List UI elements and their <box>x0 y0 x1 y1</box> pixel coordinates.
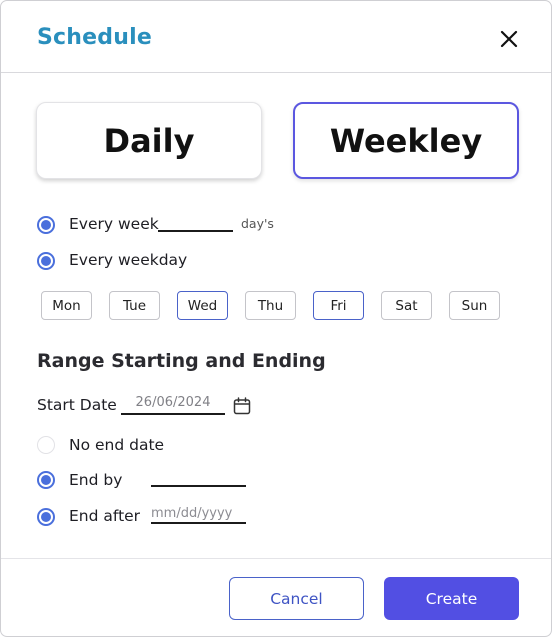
weekly-option[interactable]: Weekley <box>293 102 519 179</box>
schedule-dialog: Schedule Daily Weekley Every week day's … <box>0 0 552 637</box>
every-week-radio[interactable] <box>37 216 55 234</box>
day-fri-button[interactable]: Fri <box>313 291 364 320</box>
every-weekday-label: Every weekday <box>69 251 188 269</box>
range-section-title: Range Starting and Ending <box>37 350 326 372</box>
every-week-input[interactable] <box>158 212 233 232</box>
cancel-button[interactable]: Cancel <box>229 577 364 620</box>
dialog-header: Schedule <box>1 1 551 73</box>
end-after-label: End after <box>69 507 141 525</box>
day-sat-button[interactable]: Sat <box>381 291 432 320</box>
end-by-label: End by <box>69 471 123 489</box>
day-wed-button[interactable]: Wed <box>177 291 228 320</box>
no-end-date-radio[interactable] <box>37 436 55 454</box>
no-end-date-label: No end date <box>69 436 165 454</box>
end-by-input[interactable] <box>151 467 246 487</box>
day-tue-button[interactable]: Tue <box>109 291 160 320</box>
calendar-icon[interactable] <box>233 397 251 415</box>
dialog-title: Schedule <box>37 25 152 50</box>
day-sun-button[interactable]: Sun <box>449 291 500 320</box>
create-button[interactable]: Create <box>384 577 519 620</box>
day-thu-button[interactable]: Thu <box>245 291 296 320</box>
end-after-date-input[interactable] <box>151 504 246 524</box>
every-week-label: Every week <box>69 215 159 233</box>
end-by-radio[interactable] <box>37 471 55 489</box>
day-mon-button[interactable]: Mon <box>41 291 92 320</box>
weekday-selector: Mon Tue Wed Thu Fri Sat Sun <box>41 291 500 320</box>
every-weekday-radio[interactable] <box>37 252 55 270</box>
end-after-radio[interactable] <box>37 508 55 526</box>
start-date-field[interactable]: 26/06/2024 <box>121 395 225 415</box>
daily-option[interactable]: Daily <box>36 102 262 179</box>
start-date-label: Start Date <box>37 396 117 414</box>
every-week-suffix: day's <box>241 216 274 231</box>
close-icon[interactable] <box>495 25 523 53</box>
